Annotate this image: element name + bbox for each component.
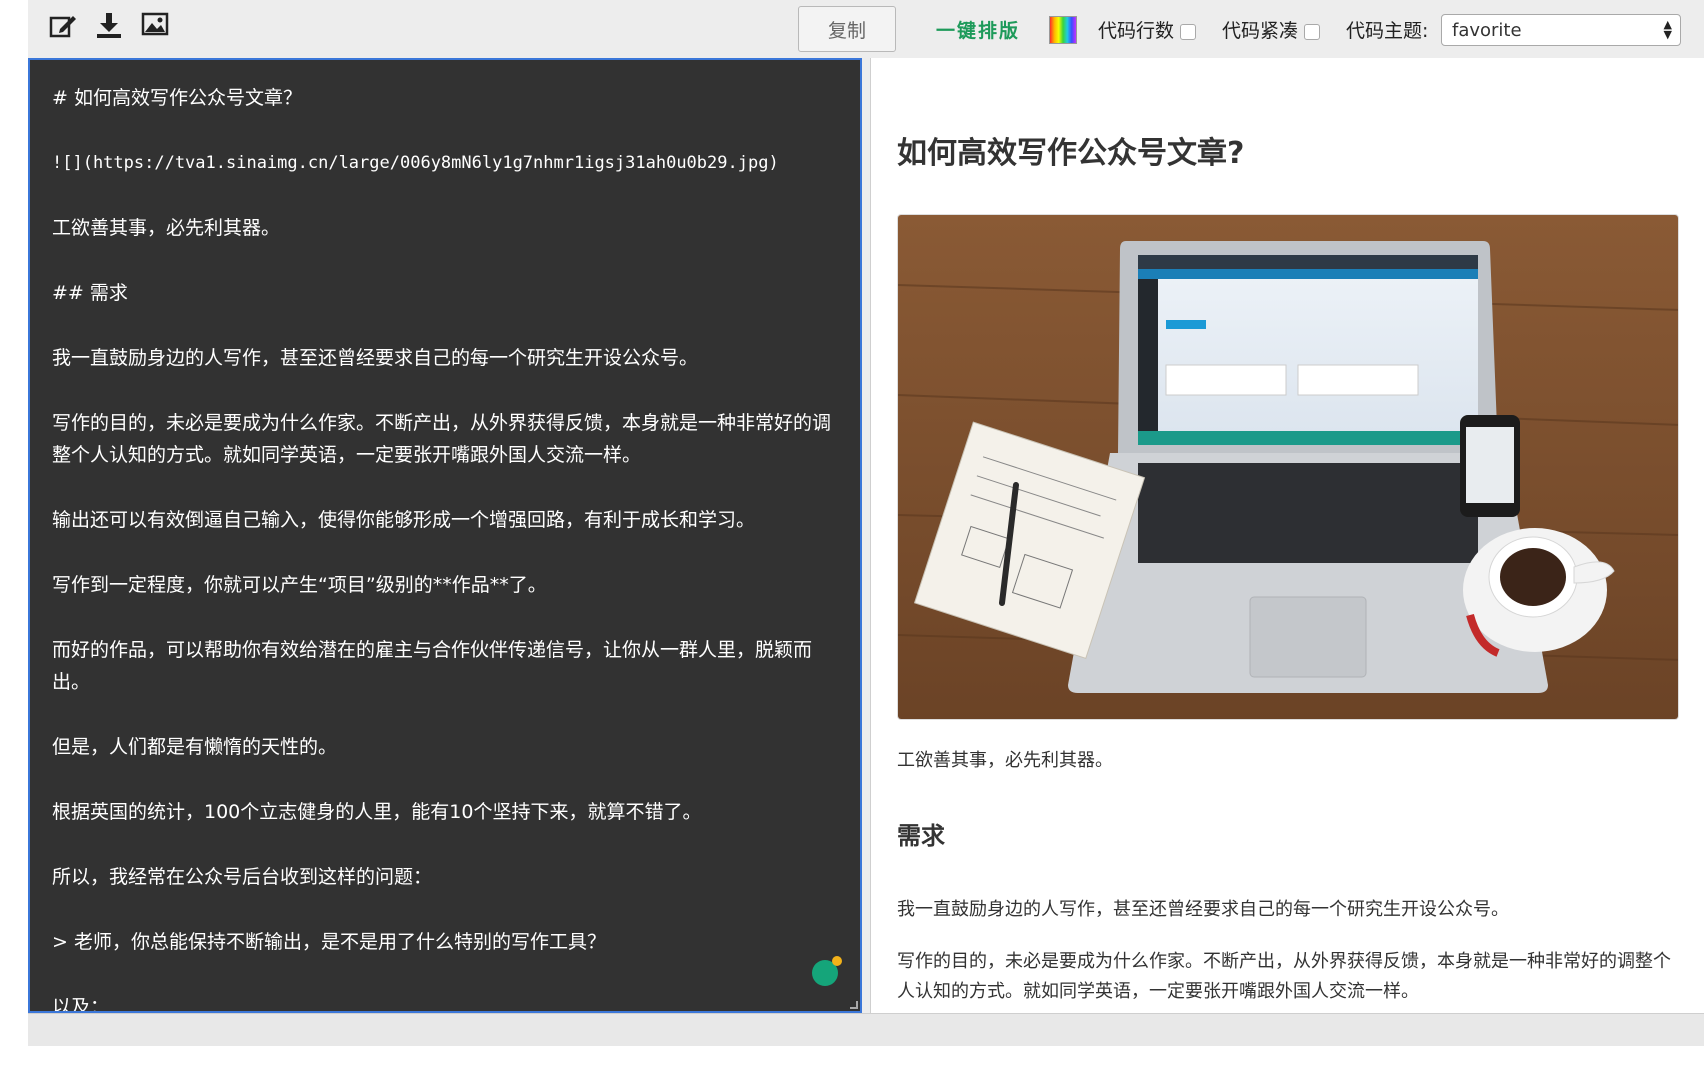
grammarly-icon[interactable] — [812, 956, 842, 986]
editor-line: 写作到一定程度，你就可以产生“项目”级别的**作品**了。 — [52, 574, 547, 596]
editor-line: 输出还可以有效倒逼自己输入，使得你能够形成一个增强回路，有利于成长和学习。 — [52, 509, 756, 531]
editor-line: 但是，人们都是有懒惰的天性的。 — [52, 736, 338, 758]
compact-code-label: 代码紧凑 — [1222, 20, 1299, 42]
editor-line: 所以，我经常在公众号后台收到这样的问题： — [52, 866, 433, 888]
editor-line: ![](https://tva1.sinaimg.cn/large/006y8m… — [52, 153, 779, 173]
compact-code-checkbox[interactable] — [1304, 23, 1321, 40]
edit-icon[interactable] — [46, 8, 80, 42]
select-arrows-icon: ▲ ▼ — [1663, 18, 1672, 41]
color-picker-icon[interactable] — [1049, 16, 1077, 44]
bottom-scrollbar-area — [28, 1013, 1704, 1046]
preview-title: 如何高效写作公众号文章? — [897, 136, 1245, 171]
preview-paragraph: 工欲善其事，必先利其器。 — [897, 750, 1113, 771]
download-icon[interactable] — [92, 8, 126, 42]
line-numbers-option: 代码行数 — [1098, 16, 1197, 43]
markdown-editor[interactable]: # 如何高效写作公众号文章？ ![](https://tva1.sinaimg.… — [28, 58, 862, 1013]
code-theme-select[interactable]: favorite ▲ ▼ — [1441, 14, 1681, 46]
copy-button[interactable]: 复制 — [798, 6, 896, 52]
editor-line: > 老师，你总能保持不断输出，是不是用了什么特别的写作工具？ — [52, 931, 606, 953]
markdown-editor-app: 复制 一键排版 代码行数 代码紧凑 代码主题: favorite ▲ ▼ # 如何… — [28, 0, 1704, 1046]
compact-code-option: 代码紧凑 — [1222, 16, 1321, 43]
code-theme-label: 代码主题: — [1346, 20, 1429, 42]
line-numbers-checkbox[interactable] — [1180, 23, 1197, 40]
editor-line: 写作的目的，未必是要成为什么作家。不断产出，从外界获得反馈，本身就是一种非常好的… — [52, 412, 832, 466]
editor-line: ## 需求 — [52, 282, 128, 304]
editor-line: # 如何高效写作公众号文章？ — [52, 87, 302, 109]
preview-pane: 如何高效写作公众号文章? 工欲善其事，必先利其器。 需求 我一直鼓励身边的人写作… — [870, 58, 1704, 1013]
editor-line: 而好的作品，可以帮助你有效给潜在的雇主与合作伙伴传递信号，让你从一群人里，脱颖而… — [52, 639, 813, 693]
toolbar: 复制 一键排版 代码行数 代码紧凑 代码主题: favorite ▲ ▼ — [28, 0, 1704, 58]
preview-heading: 需求 — [897, 822, 945, 850]
code-theme-value: favorite — [1452, 19, 1522, 41]
laptop-desk-photo-icon — [898, 215, 1678, 719]
preview-content: 如何高效写作公众号文章? 工欲善其事，必先利其器。 需求 我一直鼓励身边的人写作… — [897, 58, 1679, 1007]
line-numbers-label: 代码行数 — [1098, 20, 1175, 42]
resize-handle[interactable] — [850, 1001, 858, 1009]
preview-paragraph: 写作的目的，未必是要成为什么作家。不断产出，从外界获得反馈，本身就是一种非常好的… — [897, 951, 1671, 1002]
preview-paragraph: 我一直鼓励身边的人写作，甚至还曾经要求自己的每一个研究生开设公众号。 — [897, 899, 1509, 920]
image-icon[interactable] — [138, 8, 172, 42]
editor-content[interactable]: # 如何高效写作公众号文章？ ![](https://tva1.sinaimg.… — [52, 82, 842, 1013]
editor-line: 根据英国的统计，100个立志健身的人里，能有10个坚持下来，就算不错了。 — [52, 801, 702, 823]
editor-line: 我一直鼓励身边的人写作，甚至还曾经要求自己的每一个研究生开设公众号。 — [52, 347, 699, 369]
editor-line: 工欲善其事，必先利其器。 — [52, 217, 281, 239]
preview-image — [897, 214, 1679, 720]
editor-line: 以及： — [52, 996, 110, 1013]
one-click-format-button[interactable]: 一键排版 — [936, 16, 1020, 43]
